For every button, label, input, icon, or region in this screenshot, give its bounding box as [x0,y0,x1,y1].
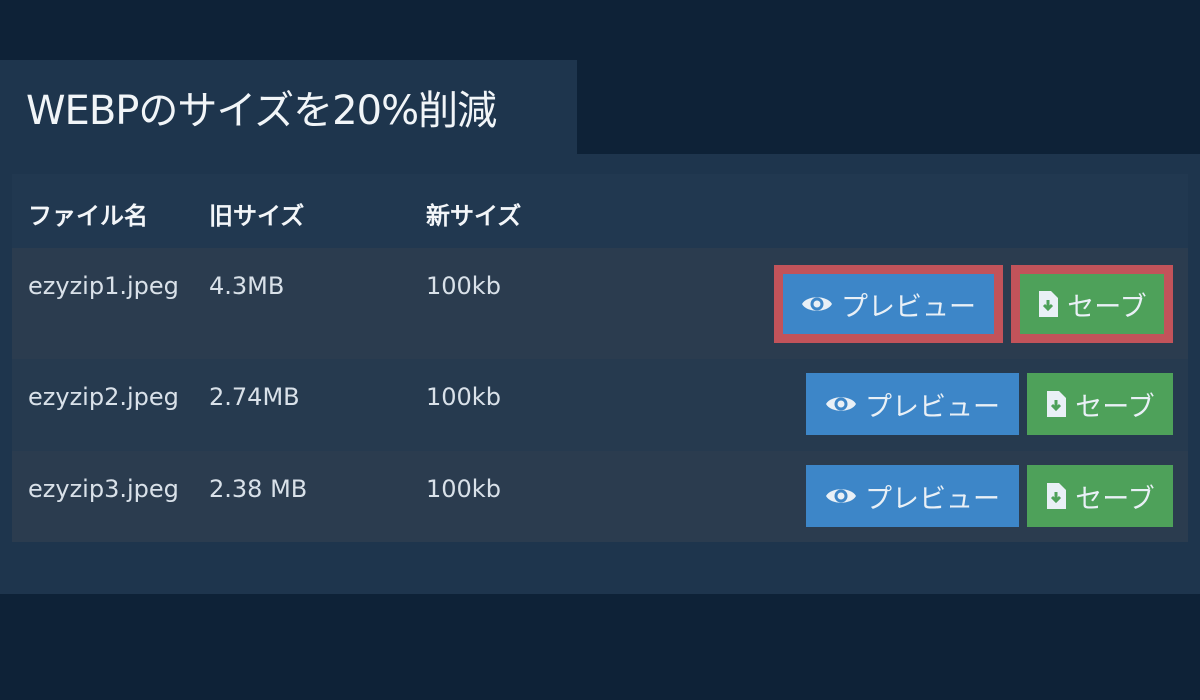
new-size: 100kb [426,383,501,411]
file-download-icon [1037,290,1059,318]
preview-button[interactable]: プレビュー [806,465,1019,527]
file-name: ezyzip3.jpeg [28,475,179,503]
preview-button-label: プレビュー [865,391,1000,423]
header-filename: ファイル名 [28,202,148,230]
old-size: 2.38 MB [209,475,308,503]
preview-button[interactable]: プレビュー [806,373,1019,435]
file-name: ezyzip1.jpeg [28,272,179,300]
table-row: ezyzip2.jpeg 2.74MB 100kb プレビュー セーブ [12,359,1188,451]
header-new-size: 新サイズ [426,202,522,230]
results-panel: ファイル名 旧サイズ 新サイズ ezyzip1.jpeg 4.3MB 100kb… [0,154,1200,594]
table-row: ezyzip3.jpeg 2.38 MB 100kb プレビュー セーブ [12,451,1188,542]
table-header: ファイル名 旧サイズ 新サイズ [12,174,1188,248]
save-button-label: セーブ [1075,483,1155,515]
eye-icon [825,485,857,507]
new-size: 100kb [426,475,501,503]
preview-button-label: プレビュー [841,291,976,323]
save-button[interactable]: セーブ [1020,274,1164,334]
file-download-icon [1045,482,1067,510]
table-row: ezyzip1.jpeg 4.3MB 100kb プレビュー セーブ [12,248,1188,359]
file-download-icon [1045,390,1067,418]
eye-icon [825,393,857,415]
save-button-label: セーブ [1067,291,1147,323]
preview-button[interactable]: プレビュー [783,274,994,334]
page-title: WEBPのサイズを20%削減 [26,88,497,134]
file-name: ezyzip2.jpeg [28,383,179,411]
results-table: ファイル名 旧サイズ 新サイズ ezyzip1.jpeg 4.3MB 100kb… [12,174,1188,542]
header-old-size: 旧サイズ [209,202,305,230]
preview-button-label: プレビュー [865,483,1000,515]
eye-icon [801,293,833,315]
new-size: 100kb [426,272,501,300]
save-button[interactable]: セーブ [1027,373,1173,435]
old-size: 2.74MB [209,383,300,411]
save-button-label: セーブ [1075,391,1155,423]
save-button[interactable]: セーブ [1027,465,1173,527]
title-tab: WEBPのサイズを20%削減 [0,60,577,154]
old-size: 4.3MB [209,272,285,300]
